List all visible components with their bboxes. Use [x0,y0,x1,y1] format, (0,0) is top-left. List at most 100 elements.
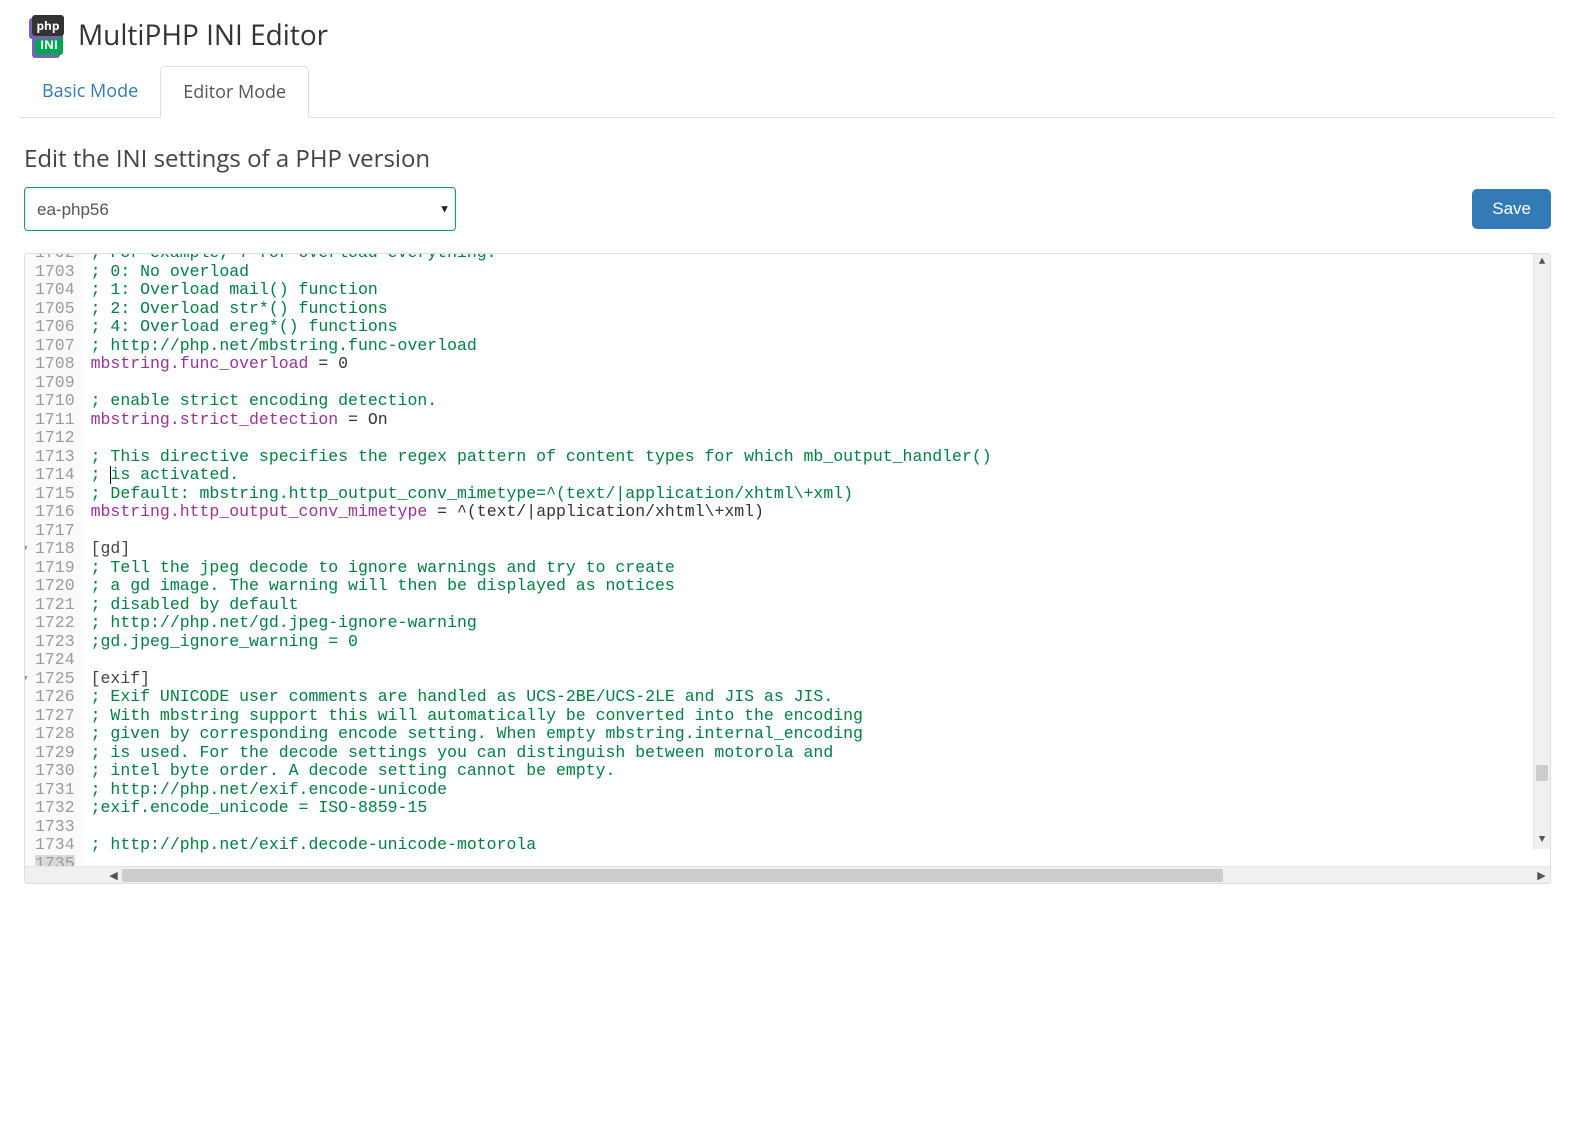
code-line[interactable] [91,818,1542,837]
tabs: Basic Mode Editor Mode [20,66,1555,118]
code-line[interactable]: ; a gd image. The warning will then be d… [91,577,1542,596]
code-comment: ; is used. For the decode settings you c… [91,743,834,762]
line-number: 1733 [35,818,75,837]
scroll-down-arrow-icon[interactable]: ▼ [1534,832,1550,849]
fold-marker-icon[interactable]: ▾ [25,670,29,689]
code-line[interactable]: ;gd.jpeg_ignore_warning = 0 [91,633,1542,652]
code-line[interactable] [91,522,1542,541]
vertical-scroll-thumb[interactable] [1536,765,1548,781]
code-comment: ;exif.encode_unicode = ISO-8859-15 [91,798,428,817]
code-comment: ; This directive specifies the regex pat… [91,447,992,466]
code-comment: ; Default: mbstring.http_output_conv_mim… [91,484,853,503]
scroll-up-arrow-icon[interactable]: ▲ [1534,254,1550,271]
code-line[interactable]: ; 2: Overload str*() functions [91,300,1542,319]
text-cursor [110,466,111,484]
code-line[interactable]: ; For example, 7 for overload everything… [91,254,1542,263]
code-comment: ; http://php.net/exif.encode-unicode [91,780,447,799]
vertical-scrollbar[interactable]: ▲ ▼ [1533,254,1550,849]
code-comment: ; intel byte order. A decode setting can… [91,761,616,780]
code-line[interactable]: mbstring.http_output_conv_mimetype = ^(t… [91,503,1542,522]
code-line[interactable]: ; 4: Overload ereg*() functions [91,318,1542,337]
page-title: MultiPHP INI Editor [78,16,328,54]
code-line[interactable]: ; 1: Overload mail() function [91,281,1542,300]
code-comment: ; http://php.net/mbstring.func-overload [91,336,477,355]
controls-row: ea-php56 ▼ Save [24,187,1551,231]
code-line[interactable]: ; enable strict encoding detection. [91,392,1542,411]
vertical-scroll-track[interactable] [1534,271,1550,832]
code-line[interactable]: ; disabled by default [91,596,1542,615]
line-number: 1713 [35,448,75,467]
line-number-gutter: 1702170317041705170617071708170917101711… [25,254,83,866]
php-version-select-wrap: ea-php56 ▼ [24,187,456,231]
code-line[interactable]: ; http://php.net/mbstring.func-overload [91,337,1542,356]
line-number: 1707 [35,337,75,356]
code-line[interactable]: ; http://php.net/exif.encode-unicode [91,781,1542,800]
section-title: Edit the INI settings of a PHP version [24,142,1551,175]
logo-text-php: php [32,15,63,36]
code-line[interactable]: [exif] [91,670,1542,689]
scroll-right-arrow-icon[interactable]: ▶ [1533,868,1550,883]
code-line[interactable]: ;exif.encode_unicode = ISO-8859-15 [91,799,1542,818]
line-number: 1717 [35,522,75,541]
code-line[interactable]: mbstring.func_overload = 0 [91,355,1542,374]
ini-key: mbstring.strict_detection [91,410,339,429]
code-line[interactable]: ; With mbstring support this will automa… [91,707,1542,726]
line-number: 1714 [35,466,75,485]
code-comment: ; is activated. [91,465,240,484]
line-number: 1732 [35,799,75,818]
fold-marker-icon[interactable]: ▾ [25,540,29,559]
code-line[interactable]: [gd] [91,540,1542,559]
line-number: 1710 [35,392,75,411]
code-line[interactable]: ; given by corresponding encode setting.… [91,725,1542,744]
code-comment: ; Tell the jpeg decode to ignore warning… [91,558,675,577]
code-line[interactable]: ; is activated. [91,466,1542,485]
horizontal-scrollbar[interactable]: ◀ ▶ [25,866,1550,883]
code-area[interactable]: ; For example, 7 for overload everything… [83,254,1550,866]
code-comment: ; http://php.net/exif.decode-unicode-mot… [91,835,537,854]
tab-editor-mode[interactable]: Editor Mode [160,66,309,118]
line-number: 1727 [35,707,75,726]
scroll-left-arrow-icon[interactable]: ◀ [105,868,122,883]
horizontal-scroll-track[interactable] [122,867,1533,883]
code-comment: ;gd.jpeg_ignore_warning = 0 [91,632,358,651]
code-comment: ; enable strict encoding detection. [91,391,438,410]
code-comment: ; 0: No overload [91,262,249,281]
line-number: 1720 [35,577,75,596]
code-editor[interactable]: 1702170317041705170617071708170917101711… [24,253,1551,884]
code-line[interactable]: ; http://php.net/gd.jpeg-ignore-warning [91,614,1542,633]
horizontal-scroll-thumb[interactable] [122,869,1223,882]
page-header: php INI MultiPHP INI Editor [20,0,1555,66]
code-line[interactable]: ; intel byte order. A decode setting can… [91,762,1542,781]
code-line[interactable]: ; 0: No overload [91,263,1542,282]
line-number: 1726 [35,688,75,707]
code-line[interactable]: ; is used. For the decode settings you c… [91,744,1542,763]
save-button[interactable]: Save [1472,189,1551,229]
code-line[interactable] [91,855,1542,866]
code-line[interactable]: ; Exif UNICODE user comments are handled… [91,688,1542,707]
code-line[interactable]: ; http://php.net/exif.decode-unicode-mot… [91,836,1542,855]
ini-key: mbstring.func_overload [91,354,309,373]
line-number: 1706 [35,318,75,337]
code-line[interactable]: ; Tell the jpeg decode to ignore warning… [91,559,1542,578]
line-number: 1731 [35,781,75,800]
line-number: 1722 [35,614,75,633]
code-line[interactable] [91,429,1542,448]
tab-basic-mode[interactable]: Basic Mode [20,66,160,117]
code-line[interactable] [91,374,1542,393]
line-number: 1723 [35,633,75,652]
code-comment: ; given by corresponding encode setting.… [91,724,863,743]
php-ini-logo: php INI [28,14,68,56]
line-number: 1734 [35,836,75,855]
code-comment: ; 4: Overload ereg*() functions [91,317,398,336]
line-number: 1715 [35,485,75,504]
code-line[interactable] [91,651,1542,670]
line-number: 1703 [35,263,75,282]
code-editor-inner[interactable]: 1702170317041705170617071708170917101711… [25,254,1550,866]
code-line[interactable]: mbstring.strict_detection = On [91,411,1542,430]
code-line[interactable]: ; This directive specifies the regex pat… [91,448,1542,467]
line-number: 1721 [35,596,75,615]
code-line[interactable]: ; Default: mbstring.http_output_conv_mim… [91,485,1542,504]
line-number: 1709 [35,374,75,393]
php-version-select[interactable]: ea-php56 [24,187,456,231]
line-number: 1711 [35,411,75,430]
